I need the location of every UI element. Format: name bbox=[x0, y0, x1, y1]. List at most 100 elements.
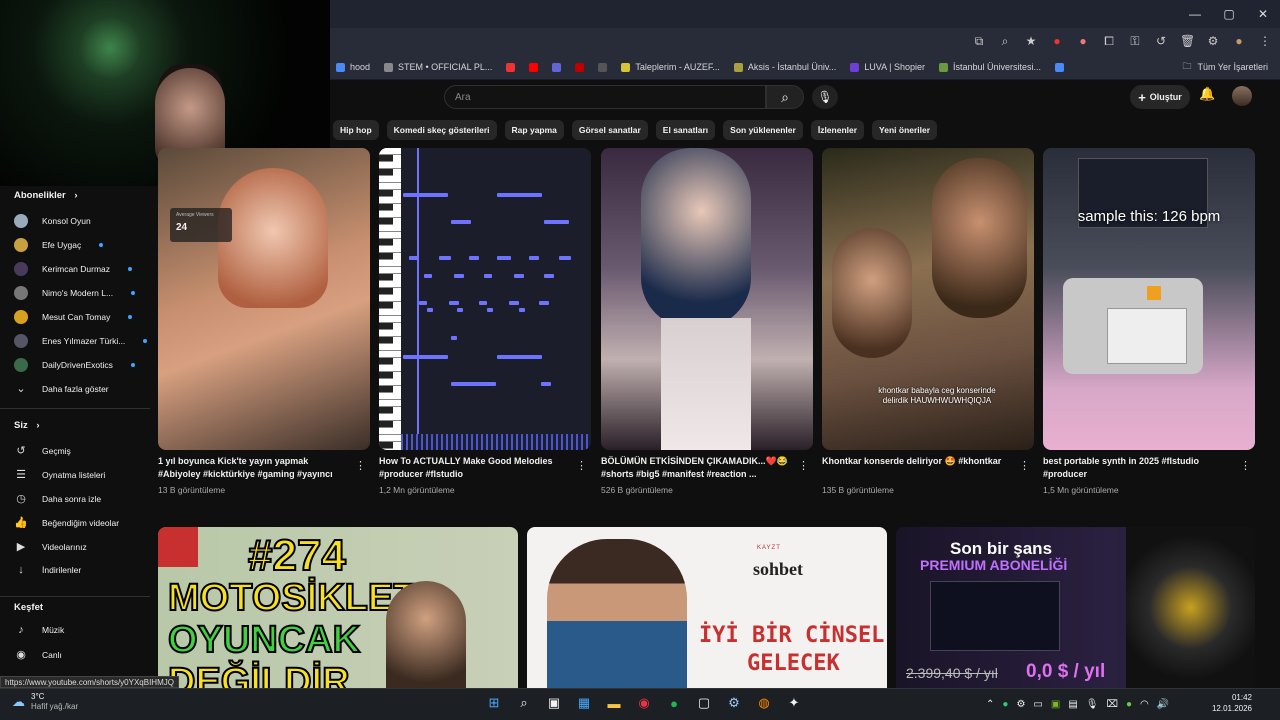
subscription-item[interactable]: Kerimcan Durmaz bbox=[14, 262, 133, 276]
more-options-icon[interactable]: ⋮ bbox=[576, 459, 587, 472]
video-thumbnail-3[interactable]: Son bir şans PREMIUM ABONELİĞİ 2.399,40 … bbox=[896, 527, 1255, 688]
steam-icon[interactable]: ⚙ bbox=[724, 692, 744, 714]
bookmark-item[interactable]: Aksis - İstanbul Üniv... bbox=[733, 62, 836, 72]
tray-app-icon[interactable]: ● bbox=[1002, 699, 1008, 710]
subscription-item[interactable]: Enes Yılmazer Türki... bbox=[14, 334, 148, 348]
history-icon[interactable]: ↺ bbox=[1154, 34, 1168, 48]
subscription-item[interactable]: Efe Uygaç bbox=[14, 238, 104, 252]
search-button[interactable]: ⌕ bbox=[766, 85, 804, 109]
more-options-icon[interactable]: ⋮ bbox=[1019, 459, 1030, 472]
wifi-icon[interactable]: ◠ bbox=[1140, 699, 1149, 710]
filter-chip[interactable]: Görsel sanatlar bbox=[571, 120, 648, 140]
search-input[interactable]: Ara bbox=[444, 85, 766, 109]
extensions-icon[interactable]: ⧠ bbox=[1102, 34, 1116, 49]
cast-icon[interactable]: ⧉ bbox=[972, 34, 986, 49]
short-thumbnail-1[interactable]: Average Viewers 24 bbox=[158, 148, 370, 450]
more-options-icon[interactable]: ⋮ bbox=[798, 459, 809, 472]
browser-icon[interactable]: ◍ bbox=[754, 692, 774, 714]
short-thumbnail-5[interactable]: sample this: 126 bpm bbox=[1043, 148, 1255, 450]
tray-app-icon[interactable]: ▭ bbox=[1033, 699, 1042, 710]
star-icon[interactable]: ★ bbox=[1024, 34, 1038, 48]
you-item[interactable]: ☰ Oynatma listeleri bbox=[14, 468, 105, 481]
subscription-item[interactable]: Nimo's Modern L... bbox=[14, 286, 136, 300]
short-title[interactable]: Khontkar konserde deliriyor 🤩 #khontkar bbox=[822, 455, 1017, 468]
short-thumbnail-3[interactable] bbox=[601, 148, 813, 450]
subscription-item[interactable]: Konsol Oyun bbox=[14, 214, 91, 228]
filter-chip[interactable]: El sanatları bbox=[655, 120, 716, 140]
all-bookmarks[interactable]: 🗀 Tüm Yer İşaretleri bbox=[1182, 54, 1268, 80]
create-button[interactable]: + Oluştur bbox=[1130, 85, 1190, 109]
search-icon[interactable]: ⌕ bbox=[514, 692, 534, 714]
zoom-icon[interactable]: ⌕ bbox=[998, 34, 1012, 49]
short-thumbnail-2[interactable] bbox=[379, 148, 591, 450]
filter-chip[interactable]: Rap yapma bbox=[504, 120, 564, 140]
bookmark-item[interactable] bbox=[506, 62, 516, 72]
bookmark-item[interactable]: İstanbul Üniversitesi... bbox=[939, 62, 1041, 72]
you-item[interactable]: ↺ Geçmiş bbox=[14, 444, 70, 457]
short-title[interactable]: BÖLÜMÜN ETKİSİNDEN ÇIKAMADIK...❤️😂 #shor… bbox=[601, 455, 796, 481]
epic-games-icon[interactable]: ▢ bbox=[694, 692, 714, 714]
notifications-bell-icon[interactable]: 🔔 bbox=[1199, 86, 1215, 102]
close-button[interactable]: ✕ bbox=[1246, 0, 1280, 28]
clock[interactable]: 01:42 12.01.2026 bbox=[1208, 692, 1252, 714]
you-item[interactable]: 👍 Beğendiğim videolar bbox=[14, 516, 119, 529]
file-explorer-icon[interactable]: ▬ bbox=[604, 692, 624, 714]
bookmark-item[interactable] bbox=[529, 62, 539, 72]
bookmark-item[interactable]: Taleplerim - AUZEF... bbox=[621, 62, 720, 72]
short-title[interactable]: 1 yıl boyunca Kick'te yayın yapmak #Abiy… bbox=[158, 455, 353, 481]
app-icon[interactable]: ✦ bbox=[784, 692, 804, 714]
filter-chip[interactable]: Son yüklenenler bbox=[723, 120, 803, 140]
windows-start-icon[interactable]: ⊞ bbox=[484, 692, 504, 714]
profile-icon[interactable]: ● bbox=[1232, 34, 1246, 48]
explore-item[interactable]: ◉ Canlı bbox=[14, 648, 62, 661]
explore-item[interactable]: ♪ Müzik bbox=[14, 624, 64, 636]
bookmark-item[interactable]: LUVA | Shopier bbox=[850, 62, 925, 72]
subscriptions-header[interactable]: Abonelikler › bbox=[14, 190, 78, 201]
tray-app-icon[interactable]: ● bbox=[1126, 699, 1132, 710]
account-avatar[interactable] bbox=[1232, 86, 1252, 106]
widgets-icon[interactable]: ▦ bbox=[574, 692, 594, 714]
filter-chip[interactable]: Komedi skeç gösterileri bbox=[386, 120, 497, 140]
spotify-icon[interactable]: ● bbox=[664, 692, 684, 714]
filter-chip[interactable]: Hip hop bbox=[333, 120, 379, 140]
short-title[interactable]: How To ACTUALLY Make Good Melodies #prod… bbox=[379, 455, 574, 481]
filter-chip[interactable]: İzlenenler bbox=[810, 120, 865, 140]
show-more-button[interactable]: ⌄ Daha fazla göster bbox=[14, 382, 108, 395]
tray-expand-icon[interactable]: ⌃ bbox=[986, 699, 994, 710]
sync-icon[interactable]: ⚙ bbox=[1206, 34, 1220, 48]
task-view-icon[interactable]: ▣ bbox=[544, 692, 564, 714]
volume-icon[interactable]: 🔊 bbox=[1157, 699, 1169, 710]
bookmark-item[interactable]: STEM • OFFICIAL PL... bbox=[384, 62, 492, 72]
more-options-icon[interactable]: ⋮ bbox=[355, 459, 366, 472]
extension-red-icon[interactable]: ● bbox=[1050, 34, 1064, 48]
password-icon[interactable]: ⚿ bbox=[1128, 34, 1142, 49]
subscription-item[interactable]: Mesut Can Tomay bbox=[14, 310, 133, 324]
trash-icon[interactable]: 🗑 bbox=[1180, 34, 1195, 48]
voice-search-button[interactable]: 🎙 bbox=[812, 85, 838, 109]
filter-chip[interactable]: Yeni öneriler bbox=[872, 120, 938, 140]
you-header[interactable]: Siz › bbox=[14, 420, 40, 431]
weather-widget[interactable]: ☁ 3°C Hafif yağ./kar bbox=[12, 692, 78, 712]
tray-app-icon[interactable]: ⌧ bbox=[1106, 699, 1118, 710]
tray-nvidia-icon[interactable]: ▣ bbox=[1051, 699, 1060, 710]
bookmark-item[interactable] bbox=[598, 62, 608, 72]
chrome-icon[interactable]: ◉ bbox=[634, 692, 654, 714]
you-item[interactable]: ◷ Daha sonra izle bbox=[14, 492, 101, 505]
bookmark-item[interactable] bbox=[552, 62, 562, 72]
minimize-button[interactable]: — bbox=[1178, 0, 1212, 28]
menu-icon[interactable]: ⋮ bbox=[1258, 34, 1272, 48]
bookmark-item[interactable] bbox=[1055, 62, 1065, 72]
tray-steam-icon[interactable]: ⚙ bbox=[1016, 699, 1025, 710]
you-item[interactable]: ▶ Videolarınız bbox=[14, 540, 87, 553]
more-options-icon[interactable]: ⋮ bbox=[1240, 459, 1251, 472]
video-thumbnail-1[interactable]: #274 MOTOSİKLET OYUNCAK DEĞİLDİR bbox=[158, 527, 518, 688]
mic-icon[interactable]: 🎙 bbox=[1086, 699, 1099, 710]
bookmark-item[interactable]: hood bbox=[336, 62, 370, 72]
short-title[interactable]: best portable synth in 2025 #flstudio #p… bbox=[1043, 455, 1238, 481]
video-thumbnail-2[interactable]: KAYZT sohbet İYİ BİR CİNSEL GELECEK bbox=[527, 527, 887, 688]
subscription-item[interactable]: DailyDrivenExotics bbox=[14, 358, 135, 372]
extension-orange-icon[interactable]: ● bbox=[1076, 34, 1090, 48]
tray-app-icon[interactable]: ▤ bbox=[1068, 699, 1077, 710]
maximize-button[interactable]: ▢ bbox=[1212, 0, 1246, 28]
bookmark-item[interactable] bbox=[575, 62, 585, 72]
